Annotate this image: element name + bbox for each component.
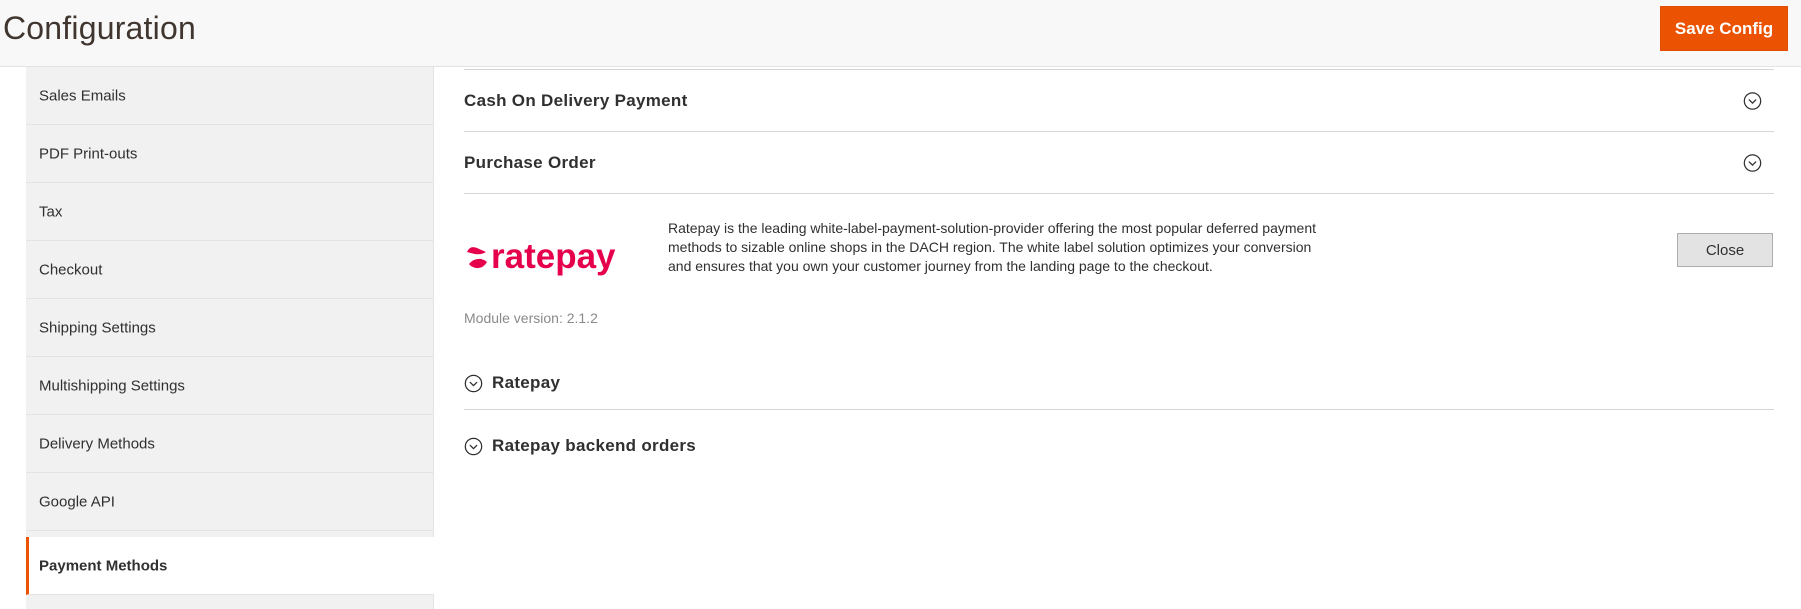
chevron-down-circle-icon[interactable] xyxy=(464,374,483,393)
sidebar-item-checkout[interactable]: Checkout xyxy=(26,241,434,299)
sidebar-item-label: PDF Print-outs xyxy=(39,145,138,162)
group-ratepay-backend-orders[interactable]: Ratepay backend orders xyxy=(464,427,1774,465)
group-title: Ratepay backend orders xyxy=(492,436,697,455)
section-title: Purchase Order xyxy=(464,152,596,172)
sidebar-item-tax[interactable]: Tax xyxy=(26,183,434,241)
sidebar-item-multishipping-settings[interactable]: Multishipping Settings xyxy=(26,357,434,415)
sidebar-item-label: Sales Emails xyxy=(39,87,126,104)
module-version: Module version: 2.1.2 xyxy=(464,310,598,326)
ratepay-logo: ratepay xyxy=(467,237,616,276)
chevron-down-circle-icon[interactable] xyxy=(464,437,483,456)
sidebar-item-label: Payment Methods xyxy=(39,557,168,574)
sidebar-item-label: Tax xyxy=(39,203,63,220)
save-config-button[interactable]: Save Config xyxy=(1660,6,1788,51)
group-title: Ratepay xyxy=(492,373,561,392)
section-cash-on-delivery[interactable]: Cash On Delivery Payment xyxy=(464,70,1774,132)
page-header: Configuration Save Config xyxy=(0,0,1801,67)
sidebar-item-payment-methods[interactable]: Payment Methods xyxy=(26,537,434,595)
page-title: Configuration xyxy=(3,10,196,46)
sidebar-item-label: Google API xyxy=(39,493,115,510)
sidebar-item-label: Delivery Methods xyxy=(39,435,155,452)
ratepay-description: Ratepay is the leading white-label-payme… xyxy=(668,220,1316,274)
group-ratepay[interactable]: Ratepay xyxy=(464,364,1774,410)
close-button[interactable]: Close xyxy=(1677,233,1773,267)
chevron-down-circle-icon[interactable] xyxy=(1743,91,1762,110)
sidebar-item-label: Shipping Settings xyxy=(39,319,156,336)
chevron-down-circle-icon[interactable] xyxy=(1743,153,1762,172)
section-purchase-order[interactable]: Purchase Order xyxy=(464,132,1774,194)
sidebar-item-sales-emails[interactable]: Sales Emails xyxy=(26,67,434,125)
sidebar-item-shipping-settings[interactable]: Shipping Settings xyxy=(26,299,434,357)
sidebar-item-label: Multishipping Settings xyxy=(39,377,185,394)
logo-wordmark: ratepay xyxy=(491,237,616,276)
config-sidebar: Sales Emails PDF Print-outs Tax Checkout… xyxy=(26,67,434,609)
sidebar-item-google-api[interactable]: Google API xyxy=(26,473,434,531)
sidebar-item-label: Checkout xyxy=(39,261,103,278)
section-title: Cash On Delivery Payment xyxy=(464,90,688,110)
sidebar-item-delivery-methods[interactable]: Delivery Methods xyxy=(26,415,434,473)
sidebar-item-pdf-print-outs[interactable]: PDF Print-outs xyxy=(26,125,434,183)
config-main: Cash On Delivery Payment Purchase Order … xyxy=(464,67,1774,609)
